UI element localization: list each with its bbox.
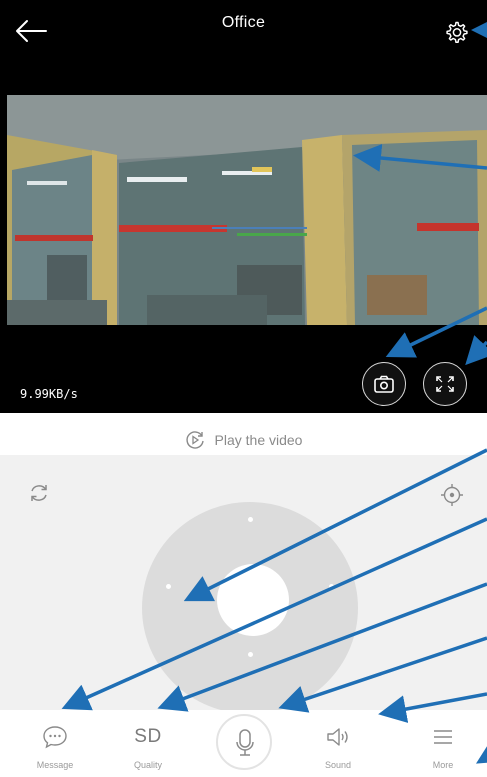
- message-label: Message: [36, 760, 74, 770]
- dpad-right-dot[interactable]: [329, 584, 334, 589]
- more-button[interactable]: More: [403, 710, 483, 777]
- more-label: More: [432, 760, 454, 770]
- menu-icon: [434, 730, 452, 744]
- camera-header: Office 9.99KB/s: [0, 0, 487, 413]
- sound-button[interactable]: Sound: [298, 710, 378, 777]
- transfer-rate: 9.99KB/s: [20, 387, 78, 401]
- rotate-icon[interactable]: [28, 483, 50, 503]
- play-video-link[interactable]: Play the video: [0, 426, 487, 454]
- direction-pad-center[interactable]: [217, 564, 289, 636]
- quality-label: Quality: [133, 760, 162, 770]
- camera-icon: [374, 375, 394, 393]
- ptz-control-panel: [0, 455, 487, 714]
- camera-feed[interactable]: [7, 95, 487, 325]
- snapshot-button[interactable]: [362, 362, 406, 406]
- message-button[interactable]: Message: [15, 710, 95, 777]
- bottom-toolbar: Message SD Quality Sound More: [0, 710, 487, 777]
- quality-button[interactable]: SD Quality: [108, 710, 188, 777]
- dpad-up-dot[interactable]: [248, 517, 253, 522]
- camera-feed-image: [7, 95, 487, 325]
- talk-button[interactable]: [216, 714, 272, 770]
- dpad-down-dot[interactable]: [248, 652, 253, 657]
- sound-label: Sound: [324, 760, 352, 770]
- crosshair-icon[interactable]: [440, 483, 464, 507]
- dpad-left-dot[interactable]: [166, 584, 171, 589]
- chat-bubble-icon: [43, 726, 67, 749]
- expand-icon: [436, 376, 454, 392]
- page-title: Office: [221, 14, 266, 31]
- quality-value: SD: [134, 726, 162, 747]
- microphone-icon: [236, 729, 254, 756]
- gear-icon[interactable]: [444, 20, 468, 44]
- play-video-label: Play the video: [214, 432, 303, 448]
- fullscreen-button[interactable]: [423, 362, 467, 406]
- play-circle-icon: [185, 431, 204, 449]
- speaker-icon: [327, 728, 348, 746]
